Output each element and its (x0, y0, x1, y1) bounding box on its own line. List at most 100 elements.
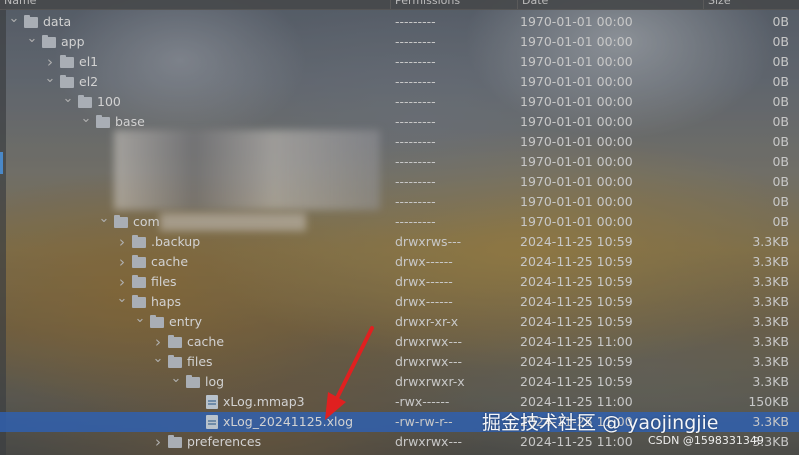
size-cell: 0B (772, 114, 789, 129)
size-cell: 3.3KB (752, 374, 789, 389)
name-cell: ⌄ entry (0, 312, 390, 332)
chevron-right-icon[interactable]: › (152, 432, 164, 452)
folder-row[interactable]: ⌄ entry drwxr-xr-x 2024-11-25 10:59 3.3KB (0, 312, 799, 332)
folder-row[interactable]: › cache drwx------ 2024-11-25 10:59 3.3KB (0, 252, 799, 272)
file-name: data (43, 14, 72, 29)
file-name: el1 (79, 54, 99, 69)
chevron-right-icon[interactable]: › (152, 332, 164, 352)
file-name: com (133, 214, 160, 229)
folder-row[interactable]: ⌄ log drwxrwxr-x 2024-11-25 10:59 3.3KB (0, 372, 799, 392)
file-name: entry (169, 314, 203, 329)
name-cell: › files (0, 272, 390, 292)
chevron-right-icon[interactable]: › (116, 272, 128, 292)
folder-row[interactable]: › cache drwxrwx--- 2024-11-25 11:00 3.3KB (0, 332, 799, 352)
chevron-down-icon[interactable]: ⌄ (170, 372, 182, 392)
folder-row[interactable]: ⌄ el2 --------- 1970-01-01 00:00 0B (0, 72, 799, 92)
permissions-cell: --------- (395, 154, 436, 169)
chevron-right-icon[interactable]: › (116, 252, 128, 272)
size-cell: 0B (772, 134, 789, 149)
folder-icon (132, 255, 146, 268)
permissions-cell: drwx------ (395, 274, 453, 289)
header-size[interactable]: Size (703, 0, 799, 9)
chevron-right-icon[interactable]: › (116, 232, 128, 252)
date-cell: 2024-11-25 10:59 (520, 314, 633, 329)
header-name[interactable]: Name (0, 0, 390, 9)
folder-icon (42, 35, 56, 48)
name-cell: xLog_20241125.xlog (0, 412, 390, 432)
permissions-cell: --------- (395, 214, 436, 229)
folder-row[interactable]: › el1 --------- 1970-01-01 00:00 0B (0, 52, 799, 72)
file-name: xLog.mmap3 (223, 394, 305, 409)
table-header: Name Permissions Date Size (0, 0, 799, 10)
date-cell: 2024-11-25 10:59 (520, 234, 633, 249)
file-name: .backup (151, 234, 201, 249)
size-cell: 3.3KB (752, 234, 789, 249)
date-cell: 2024-11-25 10:59 (520, 274, 633, 289)
file-tree: ⌄ data --------- 1970-01-01 00:00 0B ⌄ app ----… (0, 12, 799, 452)
folder-row[interactable]: ⌄ app --------- 1970-01-01 00:00 0B (0, 32, 799, 52)
folder-icon (132, 295, 146, 308)
header-date[interactable]: Date (517, 0, 703, 9)
juejin-watermark: 掘金技术社区 @ yaojingjie (482, 412, 719, 434)
csdn-watermark: CSDN @1598331349 (648, 434, 764, 447)
date-cell: 1970-01-01 00:00 (520, 114, 633, 129)
name-cell: › .backup (0, 232, 390, 252)
chevron-down-icon[interactable]: ⌄ (44, 72, 56, 92)
name-cell: ⌄ log (0, 372, 390, 392)
size-cell: 0B (772, 94, 789, 109)
name-cell: › el1 (0, 52, 390, 72)
folder-icon (150, 315, 164, 328)
file-name: files (187, 354, 213, 369)
chevron-down-icon[interactable]: ⌄ (80, 112, 92, 132)
folder-row[interactable]: ⌄ com --------- 1970-01-01 00:00 0B (0, 212, 799, 232)
chevron-down-icon[interactable]: ⌄ (134, 312, 146, 332)
folder-row[interactable]: ⌄ data --------- 1970-01-01 00:00 0B (0, 12, 799, 32)
file-name: log (205, 374, 225, 389)
folder-row[interactable]: ⌄ haps drwx------ 2024-11-25 10:59 3.3KB (0, 292, 799, 312)
date-cell: 1970-01-01 00:00 (520, 134, 633, 149)
date-cell: 1970-01-01 00:00 (520, 74, 633, 89)
permissions-cell: --------- (395, 54, 436, 69)
size-cell: 0B (772, 74, 789, 89)
chevron-right-icon[interactable]: › (44, 52, 56, 72)
folder-row[interactable]: ⌄ 100 --------- 1970-01-01 00:00 0B (0, 92, 799, 112)
folder-row[interactable]: › files drwx------ 2024-11-25 10:59 3.3KB (0, 272, 799, 292)
header-permissions[interactable]: Permissions (390, 0, 517, 9)
date-cell: 1970-01-01 00:00 (520, 194, 633, 209)
folder-icon (132, 235, 146, 248)
folder-icon (168, 435, 182, 448)
redacted-region (114, 130, 380, 210)
chevron-down-icon[interactable]: ⌄ (152, 352, 164, 372)
file-icon (206, 415, 218, 429)
chevron-down-icon[interactable]: ⌄ (98, 212, 110, 232)
date-cell: 2024-11-25 10:59 (520, 254, 633, 269)
folder-row[interactable]: ⌄ files drwxrwx--- 2024-11-25 10:59 3.3KB (0, 352, 799, 372)
permissions-cell: --------- (395, 114, 436, 129)
size-cell: 3.3KB (752, 274, 789, 289)
chevron-down-icon[interactable]: ⌄ (116, 292, 128, 312)
chevron-down-icon[interactable]: ⌄ (26, 32, 38, 52)
redacted-region-com (160, 213, 306, 231)
name-cell: xLog.mmap3 (0, 392, 390, 412)
name-cell: › preferences (0, 432, 390, 452)
folder-icon (114, 215, 128, 228)
permissions-cell: drwx------ (395, 254, 453, 269)
date-cell: 1970-01-01 00:00 (520, 154, 633, 169)
chevron-down-icon[interactable]: ⌄ (62, 92, 74, 112)
name-cell: ⌄ 100 (0, 92, 390, 112)
file-name: haps (151, 294, 182, 309)
size-cell: 0B (772, 14, 789, 29)
folder-icon (60, 75, 74, 88)
folder-row[interactable]: ⌄ base --------- 1970-01-01 00:00 0B (0, 112, 799, 132)
permissions-cell: --------- (395, 194, 436, 209)
file-name: el2 (79, 74, 99, 89)
file-name: base (115, 114, 145, 129)
folder-row[interactable]: › .backup drwxrws--- 2024-11-25 10:59 3.3KB (0, 232, 799, 252)
permissions-cell: drwxr-xr-x (395, 314, 459, 329)
chevron-down-icon[interactable]: ⌄ (8, 12, 20, 32)
name-cell: ⌄ data (0, 12, 390, 32)
permissions-cell: --------- (395, 134, 436, 149)
folder-icon (24, 15, 38, 28)
permissions-cell: --------- (395, 174, 436, 189)
size-cell: 0B (772, 194, 789, 209)
